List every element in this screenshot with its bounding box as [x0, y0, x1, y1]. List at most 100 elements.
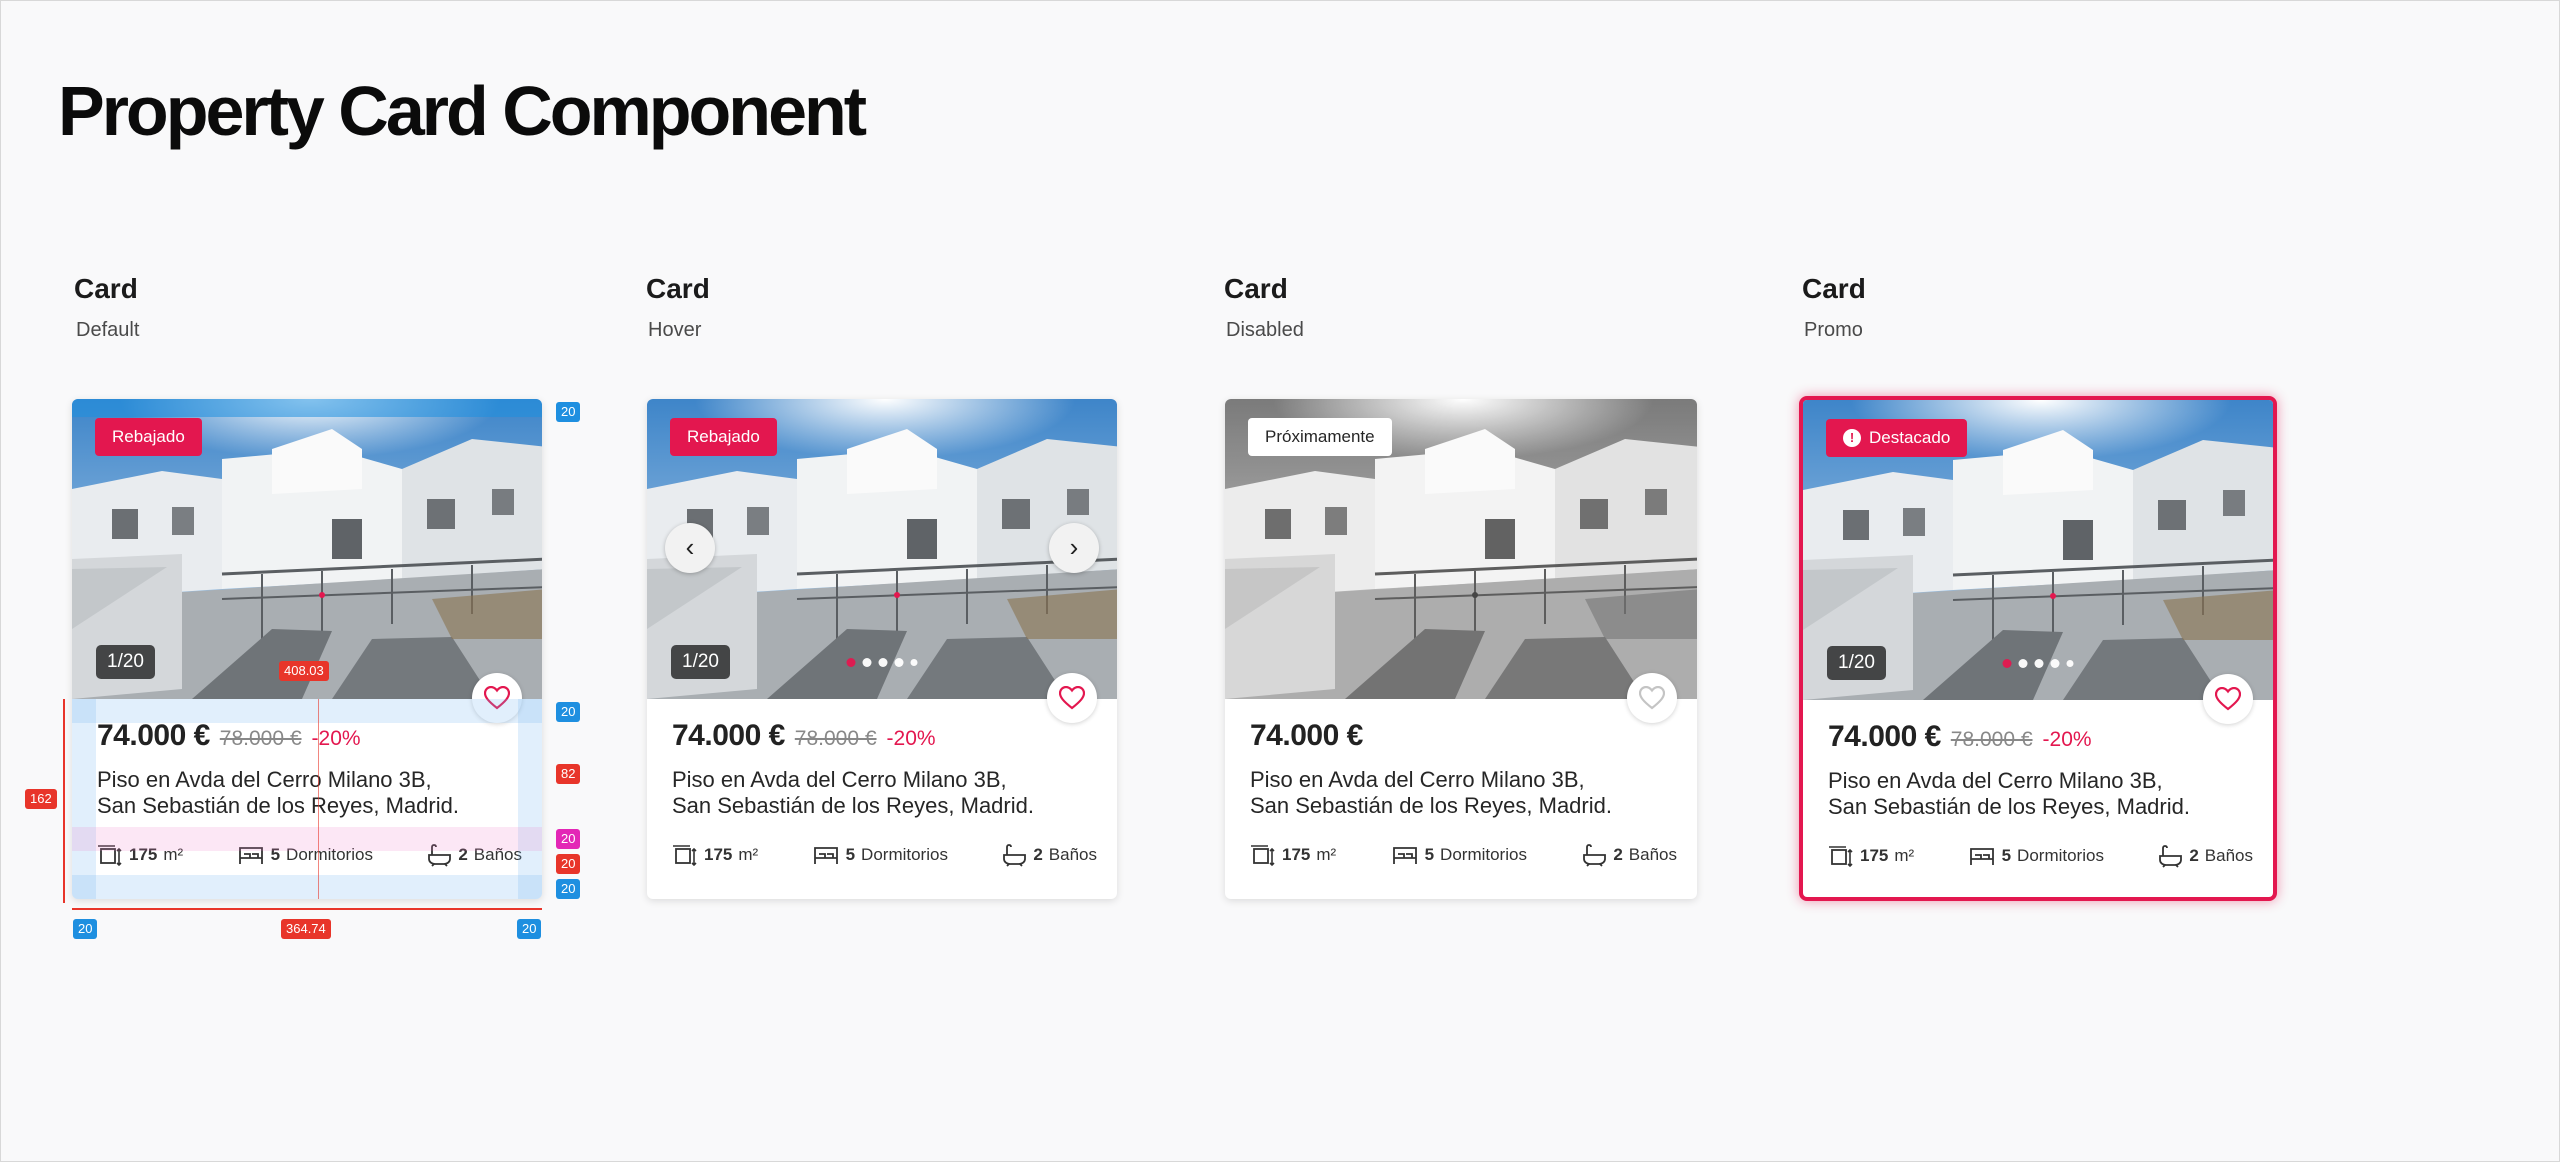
variant-heading-hover: Card Hover — [646, 273, 710, 342]
heart-icon — [2215, 687, 2241, 711]
carousel-dot[interactable] — [2050, 659, 2060, 668]
carousel-dot[interactable] — [2066, 660, 2074, 667]
features-row: 175 m² 5 Dormitorios 2 Baños — [1250, 843, 1677, 867]
price-row: 74.000 € 78.000 € -20% — [672, 719, 1097, 753]
address-line: Piso en Avda del Cerro Milano 3B, — [1250, 767, 1585, 792]
next-image-button[interactable]: › — [1049, 523, 1099, 573]
area-value: 175 — [1860, 846, 1889, 865]
old-price: 78.000 € — [219, 727, 302, 750]
address-line: San Sebastián de los Reyes, Madrid. — [672, 793, 1034, 818]
spec-photo-tag: 408.03 — [279, 661, 329, 681]
baths-value: 2 — [2189, 846, 2199, 865]
old-price: 78.000 € — [1950, 728, 2033, 751]
address-line: San Sebastián de los Reyes, Madrid. — [1250, 793, 1612, 818]
price: 74.000 € — [97, 719, 210, 752]
variant-name: Card — [1802, 273, 1866, 304]
bed-icon — [1969, 848, 1994, 865]
spec-padding-tag: 20 — [73, 919, 98, 939]
bathtub-icon — [1003, 844, 1027, 867]
carousel-dot[interactable] — [910, 659, 918, 666]
baths-value: 2 — [1033, 845, 1043, 864]
area-measure-icon — [673, 845, 697, 867]
variant-state: Hover — [648, 319, 702, 341]
carousel-dot[interactable] — [846, 658, 856, 667]
price-row: 74.000 € 78.000 € -20% — [97, 719, 522, 753]
spec-guide — [318, 699, 319, 899]
card-body: 74.000 € 78.000 € -20% Piso en Avda del … — [1828, 720, 2253, 868]
status-badge: Rebajado — [95, 418, 202, 456]
feature-rooms: 5 Dormitorios — [1968, 845, 2104, 867]
favorite-button — [1627, 673, 1677, 723]
area-unit: m² — [1316, 845, 1337, 864]
carousel-dot[interactable] — [2002, 659, 2012, 668]
spec-gap-tag: 20 — [556, 854, 581, 874]
image-counter: 1/20 — [671, 645, 730, 679]
property-card-promo[interactable]: ! Destacado 1/20 74.000 € 78.000 € -20% … — [1799, 396, 2277, 901]
card-body: 74.000 € Piso en Avda del Cerro Milano 3… — [1250, 719, 1677, 867]
area-value: 175 — [704, 845, 733, 864]
alert-circle-icon: ! — [1843, 429, 1861, 447]
area-measure-icon — [1829, 846, 1853, 868]
address: Piso en Avda del Cerro Milano 3B, San Se… — [1250, 767, 1677, 819]
carousel-dot[interactable] — [2034, 659, 2044, 668]
heart-icon — [1059, 686, 1085, 710]
spec-height-line — [63, 699, 65, 903]
feature-rooms: 5 Dormitorios — [1391, 844, 1527, 866]
rooms-value: 5 — [1424, 845, 1435, 864]
card-body: 74.000 € 78.000 € -20% Piso en Avda del … — [672, 719, 1097, 867]
spec-text-tag: 82 — [556, 764, 581, 784]
address-line: San Sebastián de los Reyes, Madrid. — [1828, 794, 2190, 819]
features-row: 175 m² 5 Dormitorios 2 Baños — [672, 843, 1097, 867]
spec-padding-tag: 20 — [517, 919, 542, 939]
area-value: 175 — [1282, 845, 1311, 864]
variant-name: Card — [74, 273, 138, 304]
spec-width-tag: 364.74 — [281, 919, 331, 939]
spec-padding-bottom — [72, 875, 542, 899]
carousel-dot[interactable] — [862, 658, 872, 667]
variant-heading-disabled: Card Disabled — [1224, 273, 1304, 342]
carousel-dot[interactable] — [878, 658, 888, 667]
status-badge: Próximamente — [1248, 418, 1392, 456]
area-measure-icon — [1251, 845, 1275, 867]
address: Piso en Avda del Cerro Milano 3B, San Se… — [1828, 768, 2253, 820]
bed-icon — [1392, 847, 1417, 864]
baths-label: Baños — [2204, 846, 2253, 865]
spec-width-line — [72, 908, 542, 910]
image-counter: 1/20 — [1827, 646, 1886, 680]
old-price: 78.000 € — [794, 727, 877, 750]
carousel-dots — [2002, 659, 2074, 668]
spec-padding-tag: 20 — [556, 879, 581, 899]
rooms-label: Dormitorios — [1440, 845, 1527, 864]
spec-padding-right — [518, 699, 542, 899]
area-unit: m² — [1894, 846, 1915, 865]
bed-icon — [813, 847, 838, 864]
feature-baths: 2 Baños — [2157, 844, 2253, 868]
carousel-dot[interactable] — [894, 658, 904, 667]
rooms-label: Dormitorios — [861, 845, 948, 864]
price-row: 74.000 € — [1250, 719, 1677, 753]
prev-image-button[interactable]: ‹ — [665, 523, 715, 573]
property-card-hover[interactable]: Rebajado ‹ › 1/20 74.000 € 78.000 € -20%… — [647, 399, 1117, 899]
address: Piso en Avda del Cerro Milano 3B, San Se… — [672, 767, 1097, 819]
variant-state: Promo — [1804, 319, 1863, 341]
status-badge: Rebajado — [670, 418, 777, 456]
address-line: Piso en Avda del Cerro Milano 3B, — [672, 767, 1007, 792]
favorite-button[interactable] — [2203, 674, 2253, 724]
heart-icon — [1639, 686, 1665, 710]
property-card-default[interactable]: Rebajado 1/20 74.000 € 78.000 € -20% Pis… — [72, 399, 542, 899]
price: 74.000 € — [1828, 720, 1941, 753]
carousel-dot[interactable] — [2018, 659, 2028, 668]
variant-state: Disabled — [1226, 319, 1304, 341]
feature-baths: 2 Baños — [1001, 843, 1097, 867]
spec-padding-left — [72, 699, 96, 899]
status-badge-label: Destacado — [1869, 428, 1951, 447]
variant-heading-default: Card Default — [74, 273, 139, 342]
spec-gap-band — [72, 827, 542, 851]
chevron-left-icon: ‹ — [685, 532, 695, 562]
page-title: Property Card Component — [58, 72, 867, 150]
price: 74.000 € — [1250, 719, 1363, 752]
variant-heading-promo: Card Promo — [1802, 273, 1866, 342]
discount: -20% — [886, 727, 936, 750]
favorite-button[interactable] — [1047, 673, 1097, 723]
discount: -20% — [2042, 728, 2092, 751]
